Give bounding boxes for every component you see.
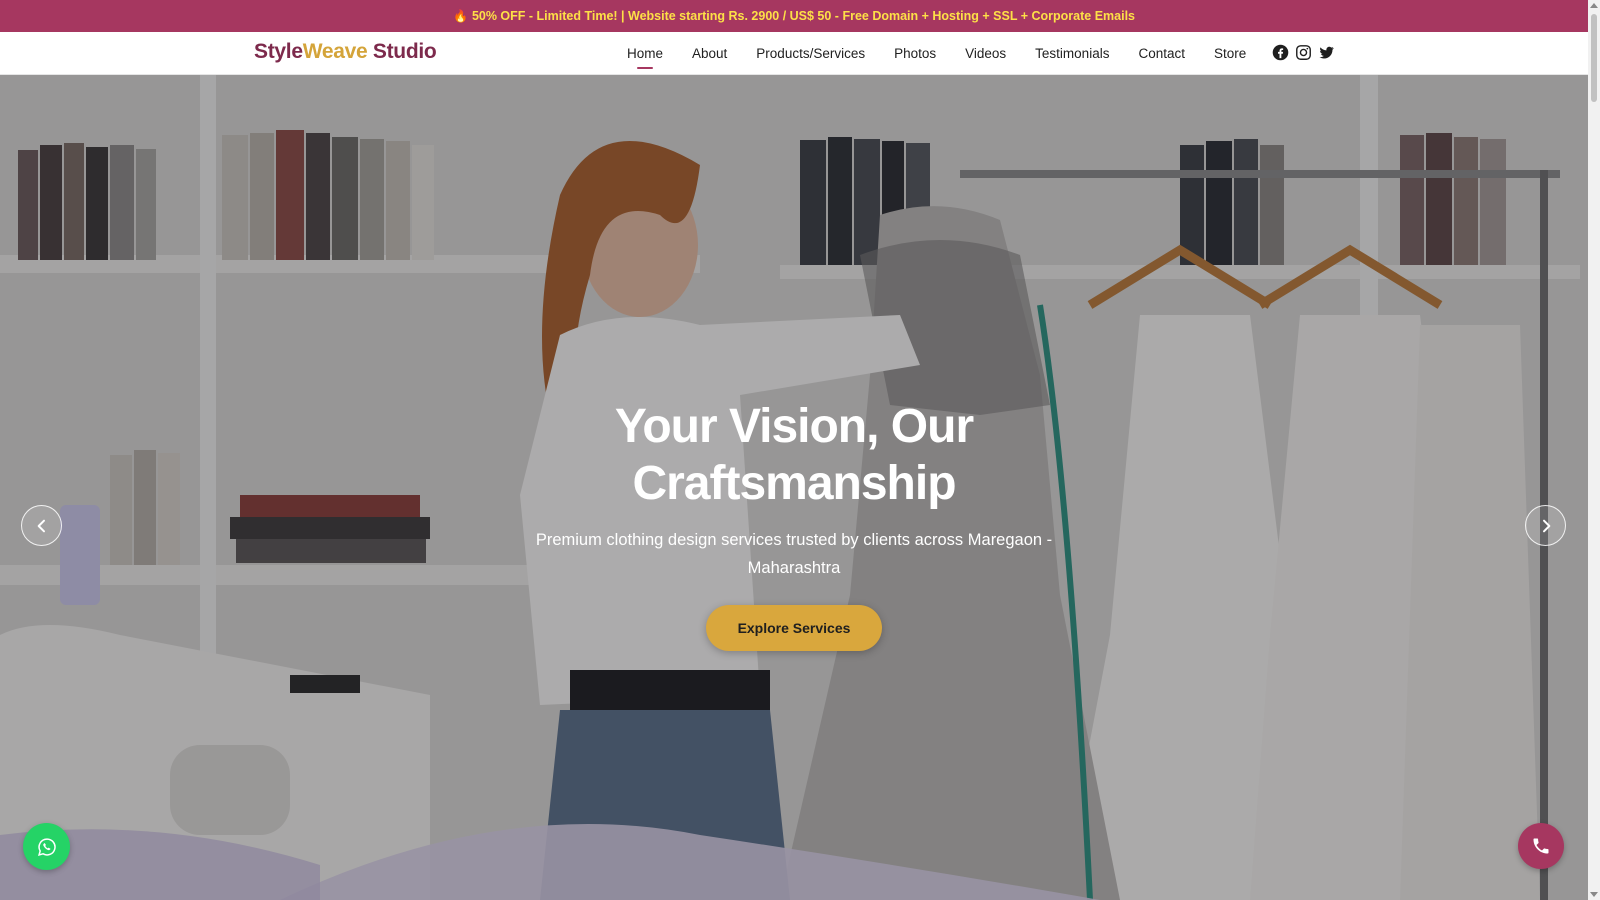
whatsapp-icon — [37, 837, 56, 856]
hero-subtitle: Premium clothing design services trusted… — [0, 527, 1588, 582]
carousel-prev-button[interactable] — [21, 505, 62, 546]
nav-home[interactable]: Home — [627, 46, 663, 69]
nav-videos[interactable]: Videos — [965, 46, 1006, 61]
call-button[interactable] — [1518, 823, 1564, 869]
social-links — [1272, 44, 1335, 61]
scrollbar-thumb[interactable] — [1591, 14, 1597, 102]
hero-title-line1: Your Vision, Our — [614, 400, 974, 453]
facebook-icon[interactable] — [1272, 44, 1289, 61]
twitter-icon[interactable] — [1318, 44, 1335, 61]
carousel-next-button[interactable] — [1525, 505, 1566, 546]
nav-about[interactable]: About — [692, 46, 727, 61]
nav-photos[interactable]: Photos — [894, 46, 936, 61]
site-logo[interactable]: StyleWeave Studio — [254, 40, 437, 64]
nav-testimonials[interactable]: Testimonials — [1035, 46, 1109, 61]
navbar: StyleWeave Studio Home About Products/Se… — [0, 32, 1588, 75]
hero-subtitle-line2: Maharashtra — [747, 558, 841, 577]
logo-part-studio: Studio — [367, 40, 437, 63]
nav-store[interactable]: Store — [1214, 46, 1246, 61]
explore-services-button[interactable]: Explore Services — [706, 605, 882, 651]
nav-contact[interactable]: Contact — [1138, 46, 1185, 61]
logo-part-style: Style — [254, 40, 303, 63]
scroll-up-arrow-icon[interactable] — [1590, 3, 1598, 8]
hero-carousel: Your Vision, Our Craftsmanship Premium c… — [0, 75, 1588, 900]
hero-subtitle-line1: Premium clothing design services trusted… — [535, 531, 1053, 549]
promo-banner: 🔥 50% OFF - Limited Time! | Website star… — [0, 0, 1588, 32]
instagram-icon[interactable] — [1295, 44, 1312, 61]
page-scrollbar[interactable] — [1588, 0, 1600, 900]
hero-title: Your Vision, Our Craftsmanship — [0, 398, 1588, 512]
whatsapp-button[interactable] — [23, 823, 70, 870]
scroll-down-arrow-icon[interactable] — [1590, 892, 1598, 897]
phone-icon — [1533, 838, 1549, 854]
fire-icon: 🔥 — [452, 9, 468, 23]
promo-text: 50% OFF - Limited Time! | Website starti… — [471, 9, 1135, 23]
hero-title-line2: Craftsmanship — [632, 457, 956, 510]
logo-part-weave: Weave — [302, 40, 368, 63]
nav-products-services[interactable]: Products/Services — [756, 46, 865, 61]
chevron-right-icon — [1542, 519, 1550, 532]
chevron-left-icon — [37, 519, 45, 532]
main-nav: Home About Products/Services Photos Vide… — [627, 32, 1275, 75]
